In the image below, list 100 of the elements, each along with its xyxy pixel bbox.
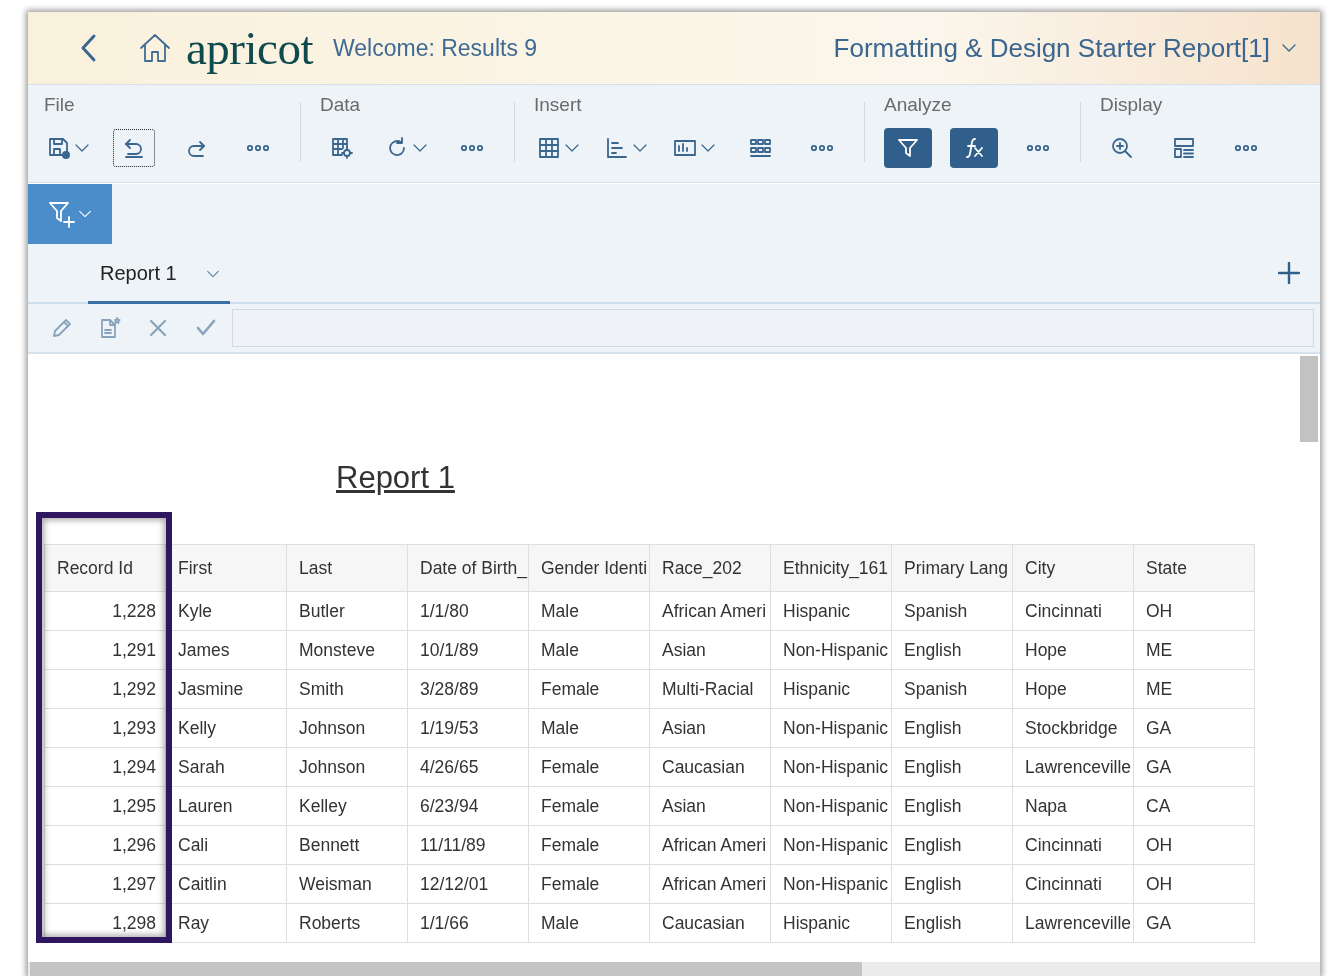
table-cell: Asian bbox=[649, 630, 771, 670]
group-label: Data bbox=[320, 94, 362, 117]
table-cell: 1/19/53 bbox=[407, 708, 529, 748]
table-cell: 11/11/89 bbox=[407, 825, 529, 865]
bar-chart-icon bbox=[605, 136, 629, 160]
table-cell: Asian bbox=[649, 786, 771, 826]
table-cell: 12/12/01 bbox=[407, 864, 529, 904]
table-cell: Spanish bbox=[891, 669, 1013, 709]
table-cell: GA bbox=[1133, 747, 1255, 787]
report-title-dropdown[interactable]: Formatting & Design Starter Report[1] bbox=[833, 32, 1298, 64]
table-cell: African Ameri bbox=[649, 864, 771, 904]
layout-icon bbox=[1172, 136, 1196, 160]
table-cell: Lawrenceville bbox=[1012, 903, 1134, 943]
table-cell: 1,228 bbox=[44, 591, 166, 631]
table-cell: Caucasian bbox=[649, 747, 771, 787]
column-header[interactable]: Ethnicity_161 bbox=[770, 544, 892, 592]
table-cell: Female bbox=[528, 864, 650, 904]
home-icon bbox=[138, 32, 172, 64]
table-cell: 1,294 bbox=[44, 747, 166, 787]
column-header[interactable]: State bbox=[1133, 544, 1255, 592]
table-cell: 1/1/66 bbox=[407, 903, 529, 943]
table-icon bbox=[537, 136, 561, 160]
report-title: Report 1 bbox=[336, 460, 455, 496]
welcome-text: Welcome: Results 9 bbox=[333, 34, 538, 62]
table-cell: Butler bbox=[286, 591, 408, 631]
table-cell: English bbox=[891, 825, 1013, 865]
table-cell: 4/26/65 bbox=[407, 747, 529, 787]
table-cell: Female bbox=[528, 747, 650, 787]
table-cell: CA bbox=[1133, 786, 1255, 826]
formula-button[interactable] bbox=[950, 128, 998, 168]
add-filter-button[interactable] bbox=[28, 184, 112, 244]
table-cell: Cincinnati bbox=[1012, 591, 1134, 631]
column-header[interactable]: Record Id bbox=[44, 544, 166, 592]
column-header[interactable]: Primary Lang bbox=[891, 544, 1013, 592]
table-cell: Multi-Racial bbox=[649, 669, 771, 709]
table-cell: Female bbox=[528, 825, 650, 865]
more-icon bbox=[460, 144, 484, 152]
table-cell: 1,297 bbox=[44, 864, 166, 904]
table-cell: Bennett bbox=[286, 825, 408, 865]
report-tab[interactable]: Report 1 bbox=[88, 246, 230, 304]
table-cell: Johnson bbox=[286, 747, 408, 787]
table-cell: Asian bbox=[649, 708, 771, 748]
table-cell: 3/28/89 bbox=[407, 669, 529, 709]
table-cell: Kelley bbox=[286, 786, 408, 826]
table-cell: Spanish bbox=[891, 591, 1013, 631]
table-cell: OH bbox=[1133, 825, 1255, 865]
table-cell: Monsteve bbox=[286, 630, 408, 670]
table-cell: Lawrenceville bbox=[1012, 747, 1134, 787]
table-cell: English bbox=[891, 864, 1013, 904]
zoom-in-icon bbox=[1110, 136, 1134, 160]
table-cell: 1,291 bbox=[44, 630, 166, 670]
filter-button[interactable] bbox=[884, 128, 932, 168]
table-cell: English bbox=[891, 903, 1013, 943]
table-cell: GA bbox=[1133, 708, 1255, 748]
table-cell: Johnson bbox=[286, 708, 408, 748]
column-header[interactable]: Race_202 bbox=[649, 544, 771, 592]
table-cell: Female bbox=[528, 786, 650, 826]
horizontal-scrollbar[interactable] bbox=[28, 962, 1320, 976]
table-cell: Male bbox=[528, 708, 650, 748]
formula-input-field[interactable] bbox=[232, 309, 1314, 347]
table-cell: Roberts bbox=[286, 903, 408, 943]
table-cell: Non-Hispanic bbox=[770, 864, 892, 904]
table-cell: 6/23/94 bbox=[407, 786, 529, 826]
group-label: Insert bbox=[534, 94, 583, 117]
table-cell: Hispanic bbox=[770, 669, 892, 709]
column-header[interactable]: Last bbox=[286, 544, 408, 592]
table-cell: GA bbox=[1133, 903, 1255, 943]
table-cell: OH bbox=[1133, 864, 1255, 904]
more-icon bbox=[246, 144, 270, 152]
table-cell: Male bbox=[528, 591, 650, 631]
more-icon bbox=[1234, 144, 1258, 152]
table-cell: Hispanic bbox=[770, 591, 892, 631]
group-label: Display bbox=[1100, 94, 1164, 117]
group-label: Analyze bbox=[884, 94, 953, 117]
column-header[interactable]: City bbox=[1012, 544, 1134, 592]
table-cell: OH bbox=[1133, 591, 1255, 631]
pencil-icon bbox=[50, 316, 74, 340]
table-cell: Smith bbox=[286, 669, 408, 709]
column-header[interactable]: Gender Identi bbox=[528, 544, 650, 592]
document-star-icon bbox=[98, 316, 122, 340]
logo: apricot bbox=[186, 24, 313, 72]
table-cell: Napa bbox=[1012, 786, 1134, 826]
table-cell: Female bbox=[528, 669, 650, 709]
table-cell: 1,295 bbox=[44, 786, 166, 826]
table-cell: African Ameri bbox=[649, 825, 771, 865]
table-cell: Stockbridge bbox=[1012, 708, 1134, 748]
table-cell: 10/1/89 bbox=[407, 630, 529, 670]
table-cell: Hope bbox=[1012, 630, 1134, 670]
table-cell: Hispanic bbox=[770, 903, 892, 943]
table-cell: ME bbox=[1133, 630, 1255, 670]
table-cell: Male bbox=[528, 903, 650, 943]
table-cell: Non-Hispanic bbox=[770, 630, 892, 670]
table-cell: 1,292 bbox=[44, 669, 166, 709]
home-button[interactable] bbox=[138, 32, 172, 64]
table-cell: Male bbox=[528, 630, 650, 670]
table-cell: 1,293 bbox=[44, 708, 166, 748]
undo-icon bbox=[122, 136, 146, 160]
table-cell: Non-Hispanic bbox=[770, 786, 892, 826]
column-header[interactable]: Date of Birth_ bbox=[407, 544, 529, 592]
table-cell: Non-Hispanic bbox=[770, 825, 892, 865]
